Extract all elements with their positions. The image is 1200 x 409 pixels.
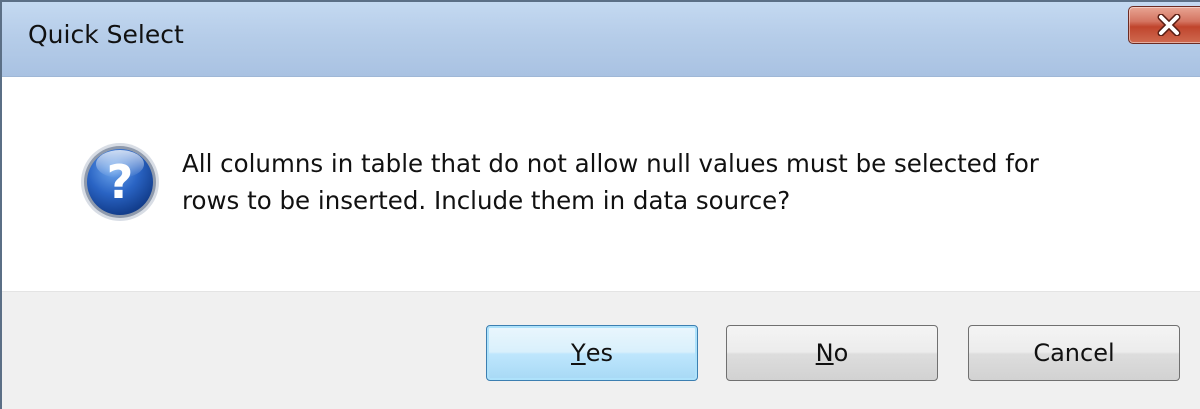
- no-mnemonic: N: [815, 339, 834, 367]
- quick-select-dialog: Quick Select ? All columns in table that…: [0, 0, 1200, 409]
- no-label-rest: o: [833, 339, 849, 367]
- title-bar[interactable]: Quick Select: [2, 2, 1200, 77]
- yes-button[interactable]: Yes: [486, 325, 698, 381]
- cancel-button[interactable]: Cancel: [968, 325, 1180, 381]
- svg-text:?: ?: [107, 155, 134, 209]
- close-icon: [1156, 14, 1182, 36]
- question-icon: ?: [78, 140, 162, 224]
- close-button[interactable]: [1128, 6, 1200, 44]
- yes-label-rest: es: [585, 339, 613, 367]
- message-line-2: rows to be inserted. Include them in dat…: [182, 186, 791, 215]
- button-bar: Yes No Cancel: [2, 291, 1200, 409]
- message-line-1: All columns in table that do not allow n…: [182, 149, 1039, 178]
- dialog-message: All columns in table that do not allow n…: [182, 145, 1182, 219]
- cancel-label: Cancel: [1033, 339, 1115, 367]
- no-button[interactable]: No: [726, 325, 938, 381]
- window-title: Quick Select: [28, 20, 184, 49]
- dialog-content: ? All columns in table that do not allow…: [2, 77, 1200, 291]
- yes-mnemonic: Y: [571, 339, 586, 367]
